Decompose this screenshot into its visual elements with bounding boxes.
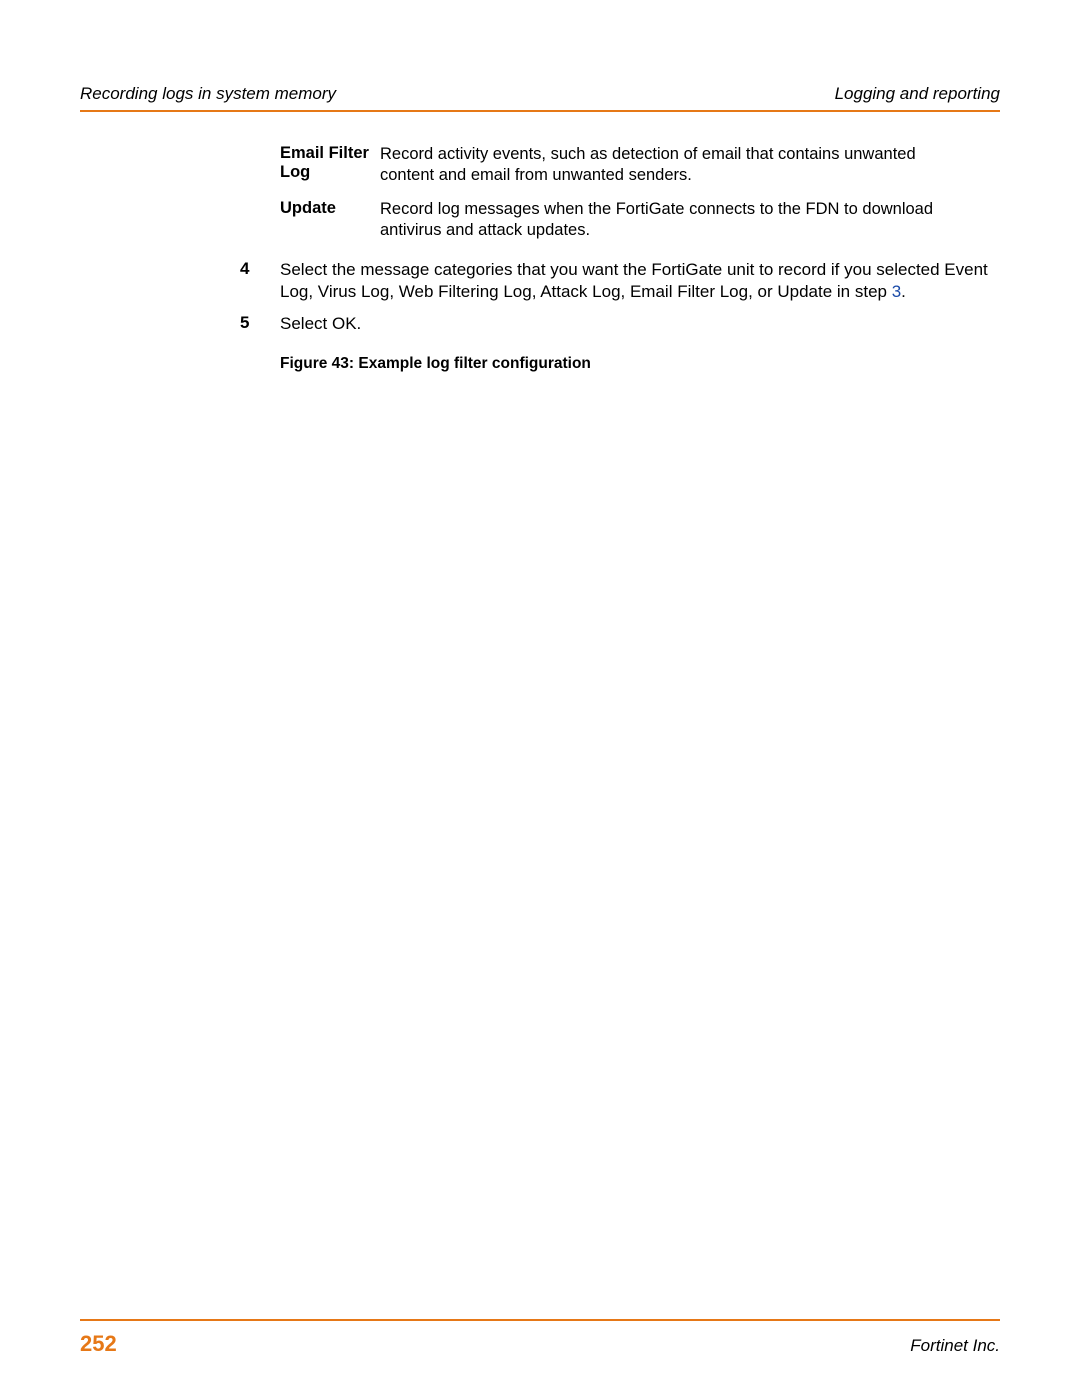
page: Recording logs in system memory Logging … xyxy=(0,0,1080,1397)
definition-desc: Record activity events, such as detectio… xyxy=(380,144,1000,185)
page-footer: 252 Fortinet Inc. xyxy=(80,1319,1000,1357)
step-number: 4 xyxy=(240,259,280,303)
definition-row: Email Filter Log Record activity events,… xyxy=(240,144,1000,185)
definition-term: Update xyxy=(240,199,380,240)
step-body: Select OK. xyxy=(280,313,1000,335)
figure-caption: Figure 43: Example log filter configurat… xyxy=(240,355,1000,373)
step-text: Select the message categories that you w… xyxy=(280,260,988,301)
definition-row: Update Record log messages when the Fort… xyxy=(240,199,1000,240)
definition-term: Email Filter Log xyxy=(240,144,380,185)
header-left: Recording logs in system memory xyxy=(80,84,336,104)
step-text: Select OK. xyxy=(280,314,361,333)
step-body: Select the message categories that you w… xyxy=(280,259,1000,303)
definition-desc: Record log messages when the FortiGate c… xyxy=(380,199,1000,240)
page-number: 252 xyxy=(80,1331,117,1357)
content-area: Email Filter Log Record activity events,… xyxy=(80,144,1000,1319)
steps-list: 4 Select the message categories that you… xyxy=(240,259,1000,335)
step-text-post: . xyxy=(901,282,906,301)
step-item: 4 Select the message categories that you… xyxy=(240,259,1000,303)
step-number: 5 xyxy=(240,313,280,335)
step-link[interactable]: 3 xyxy=(892,282,901,301)
step-item: 5 Select OK. xyxy=(240,313,1000,335)
header-right: Logging and reporting xyxy=(835,84,1000,104)
page-header: Recording logs in system memory Logging … xyxy=(80,84,1000,112)
footer-company: Fortinet Inc. xyxy=(910,1336,1000,1356)
definitions-list: Email Filter Log Record activity events,… xyxy=(240,144,1000,241)
